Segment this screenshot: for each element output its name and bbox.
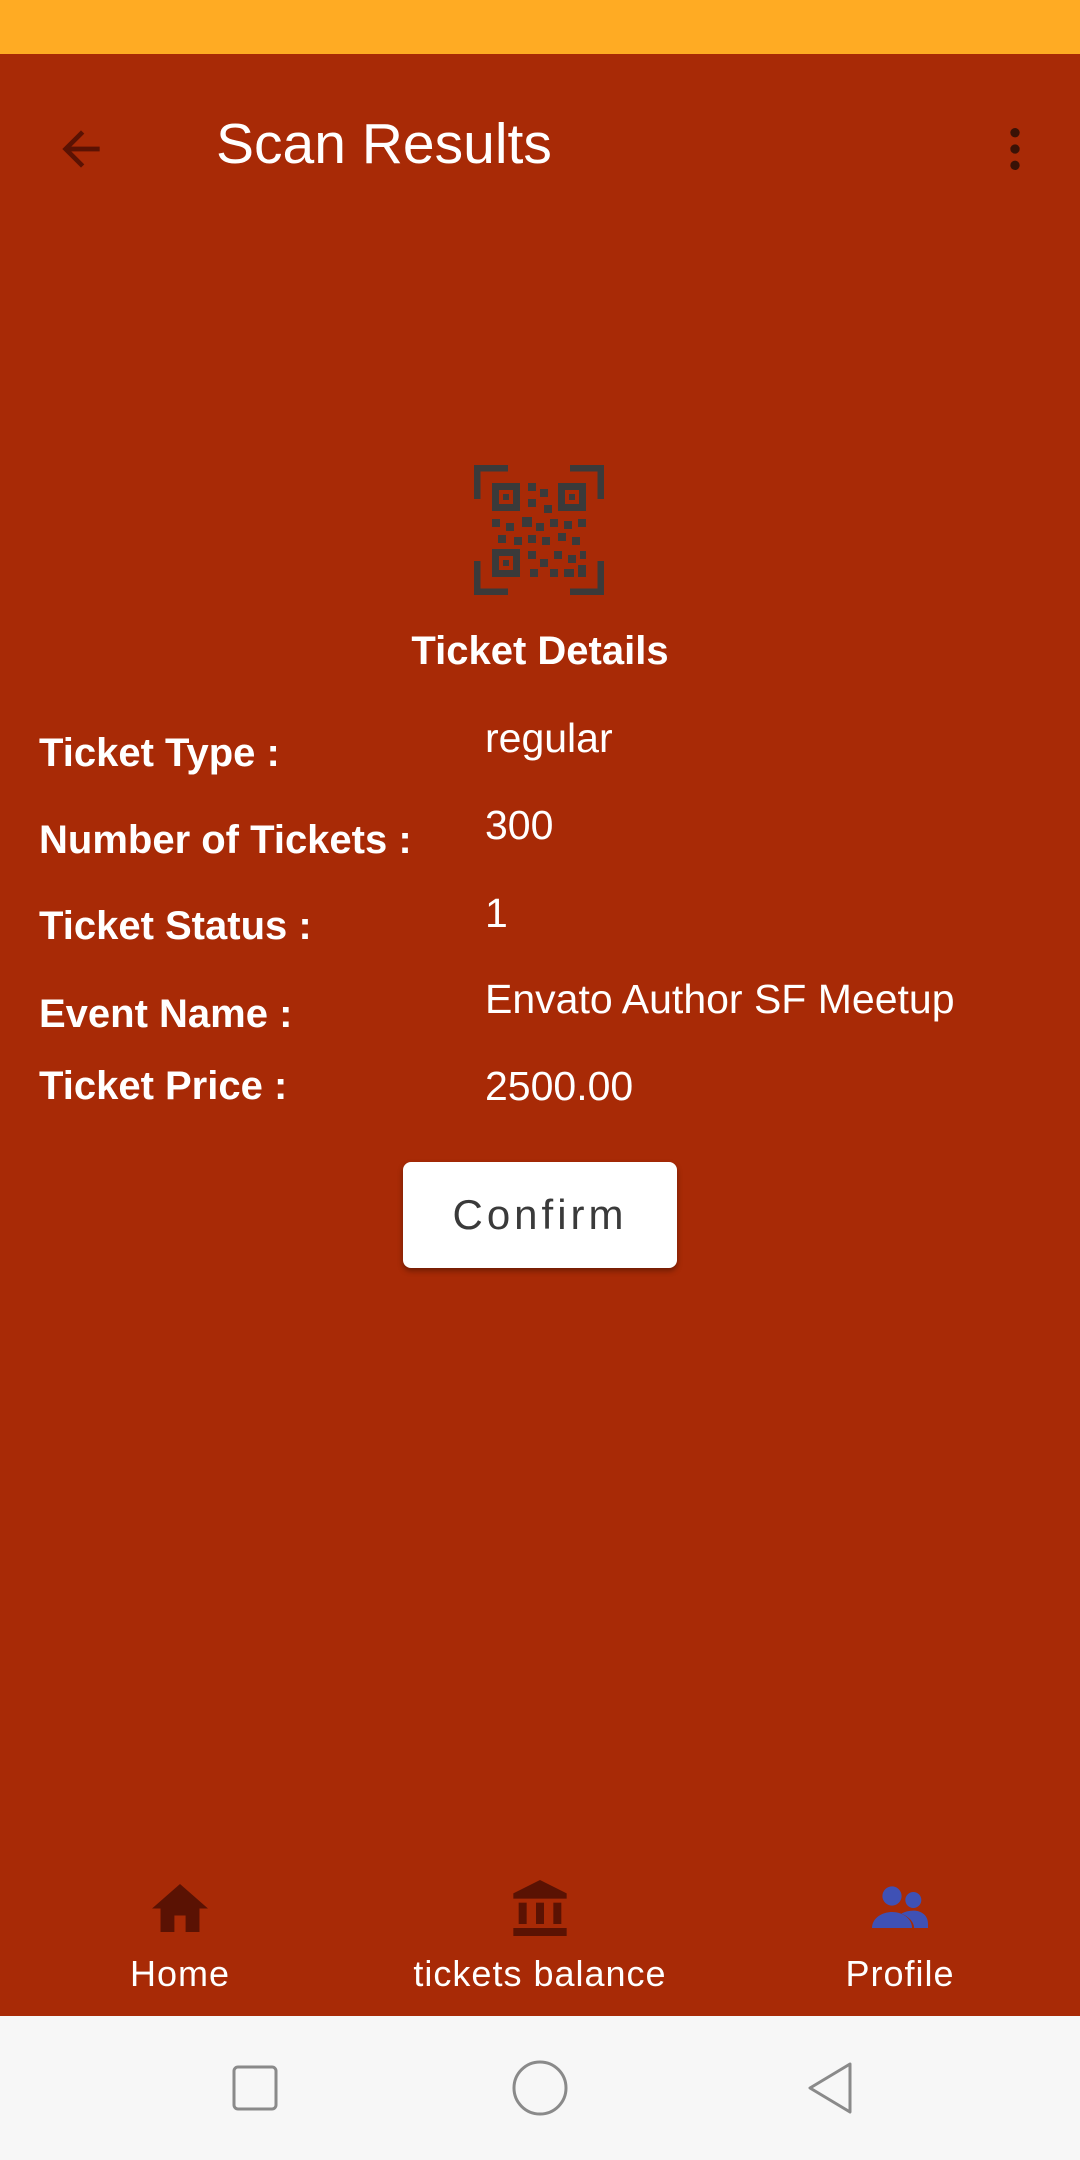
- confirm-button[interactable]: Confirm: [403, 1162, 677, 1268]
- event-name-value: Envato Author SF Meetup: [485, 976, 955, 1022]
- ticket-price-value: 2500.00: [485, 1063, 634, 1109]
- status-bar: [0, 0, 1080, 54]
- ticket-status-value: 1: [485, 890, 508, 936]
- nav-item-profile[interactable]: Profile: [820, 1840, 980, 2016]
- app-bar: Scan Results: [0, 54, 1080, 224]
- event-name-label: Event Name :: [39, 992, 293, 1036]
- nav-label-tickets-balance: tickets balance: [413, 1953, 667, 1994]
- home-icon: [152, 1884, 208, 1932]
- system-navigation-bar: [0, 2016, 1080, 2160]
- number-of-tickets-value: 300: [485, 802, 554, 848]
- bank-icon: [513, 1880, 567, 1936]
- more-options-button[interactable]: [972, 106, 1058, 192]
- bottom-navigation: Home tickets balance Profile: [0, 1840, 1080, 2016]
- number-of-tickets-label: Number of Tickets :: [39, 818, 412, 862]
- back-system-button[interactable]: [788, 2046, 872, 2130]
- ticket-type-label: Ticket Type :: [39, 731, 280, 775]
- nav-label-profile: Profile: [845, 1953, 955, 1994]
- nav-item-tickets-balance[interactable]: tickets balance: [390, 1840, 690, 2016]
- ticket-price-label: Ticket Price :: [39, 1064, 288, 1108]
- square-icon: [232, 2065, 278, 2111]
- circle-icon: [512, 2060, 568, 2116]
- more-vert-icon: [1010, 128, 1020, 170]
- back-button[interactable]: [38, 106, 124, 192]
- recents-button[interactable]: [213, 2046, 297, 2130]
- nav-item-home[interactable]: Home: [100, 1840, 260, 2016]
- qr-code-icon: [474, 465, 604, 595]
- home-system-button[interactable]: [498, 2046, 582, 2130]
- ticket-details-title: Ticket Details: [411, 629, 669, 673]
- arrow-back-icon: [62, 130, 100, 168]
- nav-label-home: Home: [129, 1953, 231, 1994]
- ticket-status-label: Ticket Status :: [39, 904, 312, 948]
- ticket-type-value: regular: [485, 715, 613, 761]
- page-title: Scan Results: [216, 112, 552, 176]
- people-icon: [872, 1886, 928, 1928]
- triangle-back-icon: [808, 2062, 852, 2114]
